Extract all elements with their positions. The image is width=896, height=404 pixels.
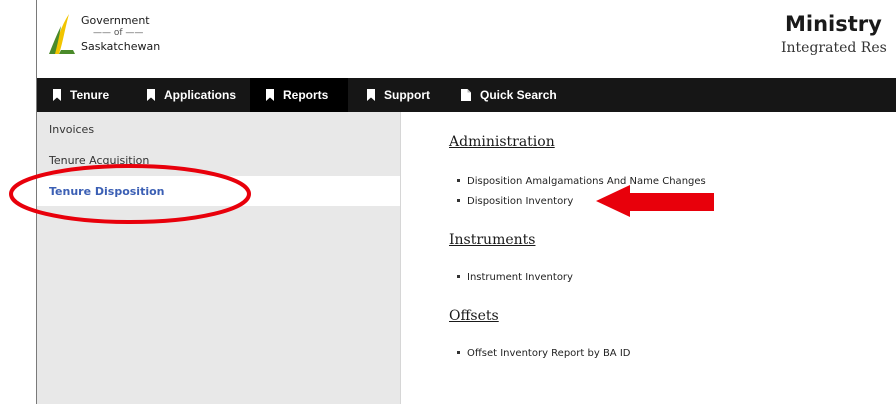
bullet bbox=[457, 350, 460, 354]
wheat-icon bbox=[49, 14, 75, 54]
nav-tab-applications[interactable]: Applications bbox=[143, 78, 240, 112]
link-offset-inventory-report[interactable]: Offset Inventory Report by BA ID bbox=[457, 348, 630, 359]
bookmark-icon bbox=[367, 89, 375, 101]
nav-tab-label: Reports bbox=[283, 88, 329, 102]
bullet bbox=[457, 178, 460, 182]
sidebar-item-tenure-acquisition[interactable]: Tenure Acquisition bbox=[37, 145, 400, 175]
section-title-offsets: Offsets bbox=[449, 308, 499, 324]
nav-tab-support[interactable]: Support bbox=[363, 78, 434, 112]
main-nav: Tenure Applications Reports Support Quic… bbox=[37, 78, 896, 112]
nav-tab-label: Quick Search bbox=[480, 88, 557, 102]
link-label: Offset Inventory Report by BA ID bbox=[467, 348, 631, 359]
link-label: Instrument Inventory bbox=[467, 272, 573, 283]
link-disposition-amalgamations[interactable]: Disposition Amalgamations And Name Chang… bbox=[457, 176, 706, 187]
sidebar-item-label: Tenure Disposition bbox=[49, 184, 165, 198]
logo-line-2: —— of —— bbox=[93, 28, 144, 38]
header: Government —— of —— Saskatchewan Ministr… bbox=[37, 0, 896, 78]
bullet bbox=[457, 274, 460, 278]
sidebar: Invoices Tenure Acquisition Tenure Dispo… bbox=[37, 112, 401, 404]
ministry-title: Ministry bbox=[785, 12, 882, 36]
nav-tab-label: Applications bbox=[164, 88, 237, 102]
nav-tab-quick-search[interactable]: Quick Search bbox=[457, 78, 561, 112]
nav-tab-reports[interactable]: Reports bbox=[250, 78, 348, 112]
main-content: Administration Disposition Amalgamations… bbox=[401, 112, 896, 404]
link-instrument-inventory[interactable]: Instrument Inventory bbox=[457, 272, 573, 283]
logo-line-3: Saskatchewan bbox=[81, 40, 161, 53]
sidebar-item-invoices[interactable]: Invoices bbox=[37, 114, 400, 144]
section-title-instruments: Instruments bbox=[449, 232, 536, 248]
bookmark-icon bbox=[147, 89, 155, 101]
bookmark-icon bbox=[266, 89, 274, 101]
gov-logo[interactable]: Government —— of —— Saskatchewan bbox=[47, 10, 177, 60]
system-subtitle: Integrated Res bbox=[781, 40, 887, 56]
bullet bbox=[457, 198, 460, 202]
nav-tab-label: Support bbox=[384, 88, 430, 102]
bookmark-icon bbox=[53, 89, 61, 101]
sidebar-item-tenure-disposition[interactable]: Tenure Disposition bbox=[37, 176, 400, 206]
document-icon bbox=[461, 89, 471, 101]
section-title-administration: Administration bbox=[449, 134, 555, 150]
sidebar-item-label: Invoices bbox=[49, 122, 95, 136]
link-disposition-inventory[interactable]: Disposition Inventory bbox=[457, 196, 573, 207]
link-label: Disposition Amalgamations And Name Chang… bbox=[467, 176, 706, 187]
nav-tab-tenure[interactable]: Tenure bbox=[49, 78, 113, 112]
logo-text: Government —— of —— Saskatchewan bbox=[81, 14, 181, 53]
nav-tab-label: Tenure bbox=[70, 88, 110, 102]
app-window: Government —— of —— Saskatchewan Ministr… bbox=[36, 0, 896, 404]
link-label: Disposition Inventory bbox=[467, 196, 574, 207]
sidebar-item-label: Tenure Acquisition bbox=[49, 153, 150, 167]
logo-line-1: Government bbox=[81, 14, 150, 27]
